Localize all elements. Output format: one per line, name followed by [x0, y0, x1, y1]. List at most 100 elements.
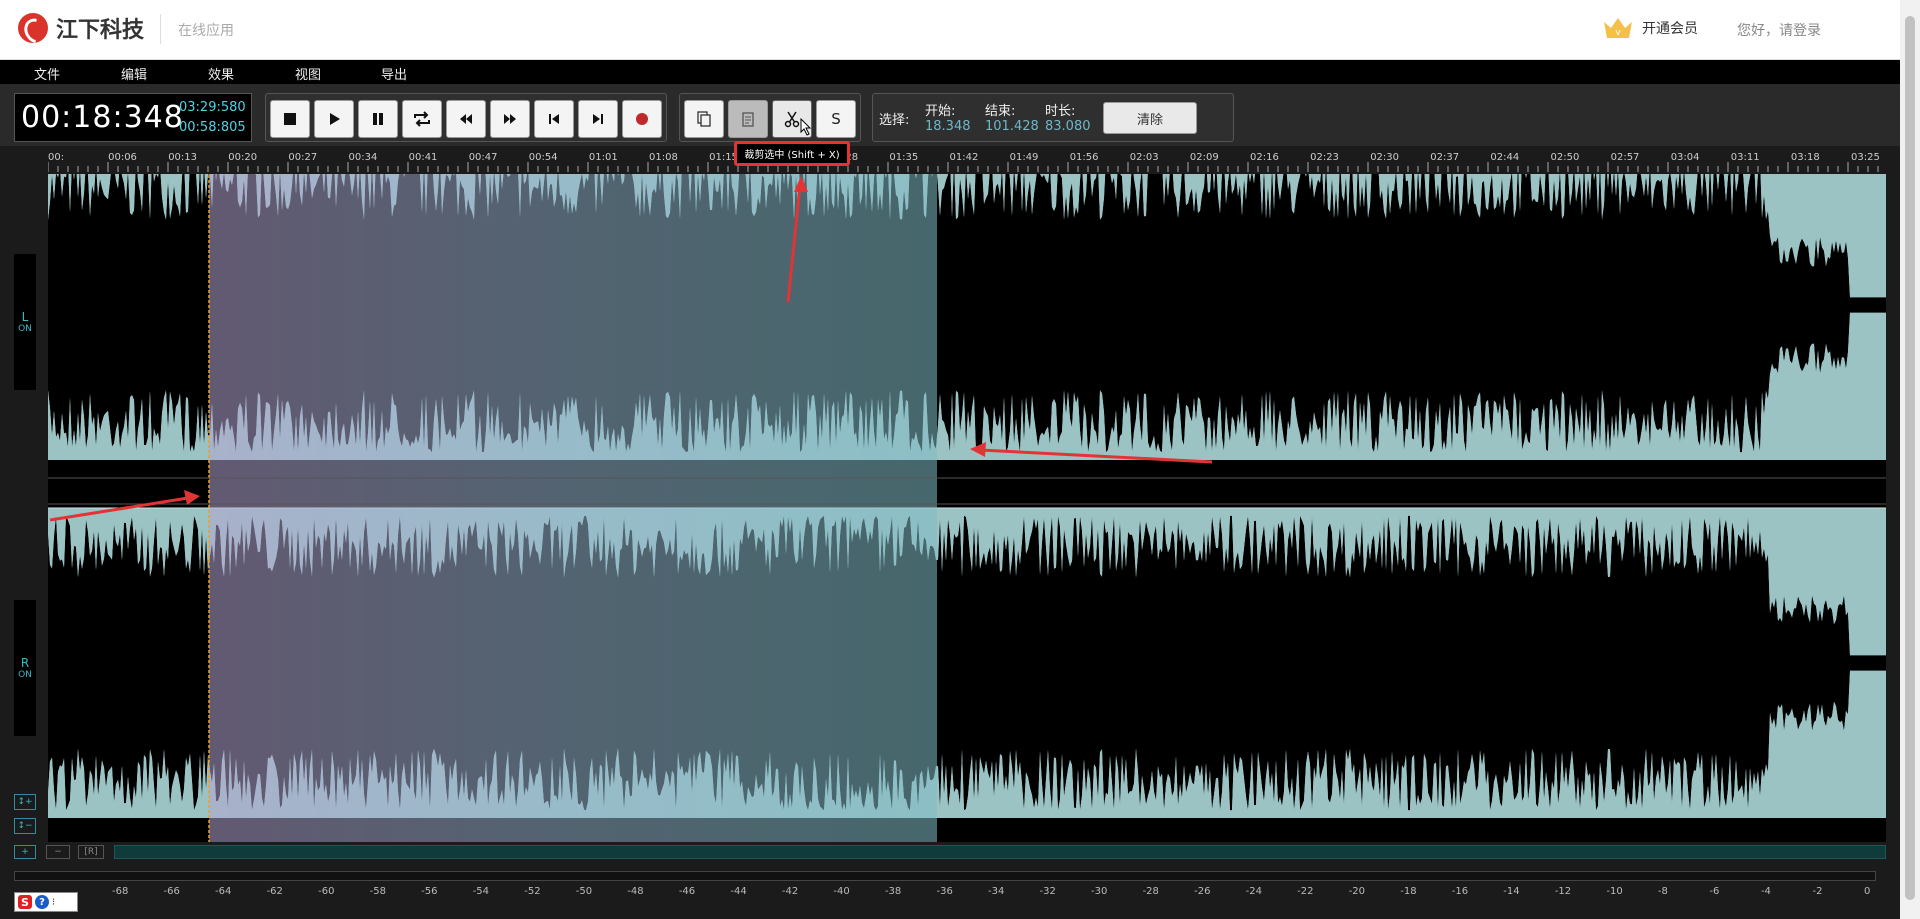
crown-icon: v	[1604, 18, 1632, 38]
copy-icon	[697, 111, 711, 127]
channel-left-label[interactable]: L ON	[14, 254, 36, 390]
play-button[interactable]	[314, 100, 354, 138]
menu-bar: 文件 编辑 效果 视图 导出	[0, 60, 1900, 84]
page-scrollbar[interactable]	[1900, 0, 1920, 919]
meter-db-label: -32	[1039, 886, 1056, 897]
meter-db-label: -62	[266, 886, 283, 897]
selection-region[interactable]	[209, 174, 937, 842]
loop-button[interactable]	[402, 100, 442, 138]
clear-selection-button[interactable]: 清除	[1103, 102, 1197, 134]
time-display: 00:18:348 03:29:580 00:58:805	[14, 93, 252, 142]
vip-label: 开通会员	[1642, 21, 1698, 37]
meter-db-label: -42	[781, 886, 799, 897]
tray-menu-icon[interactable]: ⁝	[52, 897, 55, 908]
meter-db-label: -52	[524, 886, 541, 897]
system-tray: S ? ⁝	[14, 892, 78, 912]
channel-right-name: R	[20, 656, 30, 670]
menu-edit[interactable]: 编辑	[121, 64, 147, 83]
logo-icon	[18, 13, 48, 43]
meter-db-label: -38	[884, 886, 902, 897]
vertical-zoom-in-button[interactable]: ↕+	[14, 794, 36, 810]
level-meter-track	[14, 871, 1876, 881]
level-meter: -68 -66 -64 -62 -60 -58 -56 -54 -52 -50 -48 -46 -44-…	[0, 864, 1900, 919]
rewind-button[interactable]	[446, 100, 486, 138]
menu-effects[interactable]: 效果	[208, 64, 234, 83]
meter-db-label: -56	[421, 886, 438, 897]
app-header: 江下科技 在线应用 v 开通会员 您好，请登录	[0, 0, 1900, 60]
login-link[interactable]: 您好，请登录	[1737, 20, 1821, 40]
brand-name: 江下科技	[56, 18, 145, 43]
meter-db-label: -58	[369, 886, 386, 897]
start-value: 18.348	[925, 119, 971, 134]
play-icon	[330, 113, 340, 125]
help-icon[interactable]: ?	[35, 895, 49, 909]
meter-db-label: -4	[1760, 886, 1771, 897]
stop-icon	[284, 113, 296, 125]
paste-icon	[742, 112, 754, 127]
menu-file[interactable]: 文件	[34, 64, 60, 83]
channel-right-label[interactable]: R ON	[14, 600, 36, 736]
meter-db-label: -8	[1657, 886, 1668, 897]
record-button[interactable]	[622, 100, 662, 138]
meter-db-label: -68	[112, 886, 129, 897]
waveform-canvas[interactable]	[48, 174, 1886, 842]
copy-button[interactable]	[684, 100, 724, 138]
meter-db-label: -30	[1091, 886, 1108, 897]
paste-button[interactable]	[728, 100, 768, 138]
selection-label: 选择:	[879, 113, 910, 128]
logo[interactable]: 江下科技	[18, 12, 144, 44]
sogou-s-icon[interactable]: S	[18, 895, 32, 909]
header-divider	[160, 14, 161, 44]
meter-db-label: -64	[215, 886, 232, 897]
edit-controls: S	[679, 93, 861, 142]
meter-db-label: -46	[678, 886, 696, 897]
current-time: 00:18:348	[21, 100, 184, 135]
timeline-ruler[interactable]: 00: 00:06 00:13 00:20 00:27 00:34 00:41 00:47 00…	[48, 150, 1886, 172]
menu-export[interactable]: 导出	[381, 64, 407, 83]
menu-view[interactable]: 视图	[295, 64, 321, 83]
meter-db-label: 0	[1864, 886, 1871, 897]
duration-label: 时长:	[1045, 104, 1076, 119]
meter-db-label: -48	[627, 886, 644, 897]
meter-db-label: -16	[1451, 886, 1469, 897]
skip-end-button[interactable]	[578, 100, 618, 138]
meter-db-label: -28	[1142, 886, 1159, 897]
meter-db-label: -26	[1194, 886, 1211, 897]
svg-text:v: v	[1615, 28, 1621, 38]
rewind-icon	[460, 114, 472, 124]
skip-end-icon	[593, 114, 603, 124]
skip-start-button[interactable]	[534, 100, 574, 138]
meter-db-label: -24	[1245, 886, 1262, 897]
cut-tooltip: 裁剪选中 (Shift + X)	[734, 141, 850, 166]
meter-db-label: -2	[1812, 886, 1823, 897]
zoom-in-button[interactable]: +	[14, 845, 36, 859]
meter-db-label: -44	[730, 886, 747, 897]
meter-db-label: -40	[833, 886, 850, 897]
zoom-out-button[interactable]: −	[46, 845, 70, 859]
end-value: 101.428	[985, 119, 1039, 134]
timeline-ticks	[48, 162, 1879, 172]
meter-db-label: -50	[575, 886, 593, 897]
fast-forward-icon	[504, 114, 516, 124]
mouse-cursor-icon	[800, 118, 812, 136]
start-label: 开始:	[925, 104, 956, 119]
end-label: 结束:	[985, 104, 1016, 119]
channel-left-name: L	[21, 310, 29, 324]
total-time: 03:29:580	[179, 100, 246, 115]
header-subtitle: 在线应用	[178, 23, 234, 39]
zoom-reset-button[interactable]: [R]	[78, 845, 104, 859]
silence-button[interactable]: S	[816, 100, 856, 138]
vip-button[interactable]: v 开通会员	[1602, 16, 1698, 40]
scrollbar-thumb[interactable]	[1905, 16, 1915, 900]
duration-value: 83.080	[1045, 119, 1091, 134]
fast-forward-button[interactable]	[490, 100, 530, 138]
vertical-zoom-out-button[interactable]: ↕−	[14, 818, 36, 834]
pause-icon	[373, 113, 383, 125]
stop-button[interactable]	[270, 100, 310, 138]
pause-button[interactable]	[358, 100, 398, 138]
overview-scrollbar[interactable]	[114, 845, 1886, 859]
channel-left-state: ON	[18, 324, 32, 334]
meter-db-label: -54	[472, 886, 490, 897]
meter-db-label: -22	[1297, 886, 1314, 897]
selection-panel: 选择: 开始: 18.348 结束: 101.428 时长: 83.080 清除	[872, 93, 1234, 142]
